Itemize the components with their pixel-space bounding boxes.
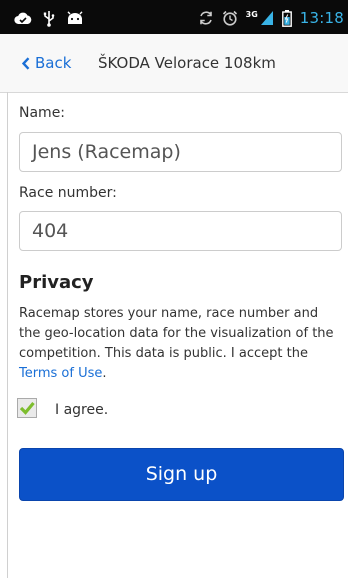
status-indicators: 3G 13:18 [198, 8, 344, 28]
race-number-field[interactable]: 404 [19, 211, 342, 251]
content-border [7, 92, 8, 578]
navigation-bar: Back ŠKODA Velorace 108km [0, 34, 348, 93]
privacy-heading: Privacy [19, 272, 94, 293]
sign-up-button[interactable]: Sign up [19, 448, 344, 501]
status-bar: 3G 13:18 [0, 0, 348, 34]
name-field[interactable]: Jens (Racemap) [19, 132, 342, 172]
battery-icon [281, 9, 292, 27]
checkmark-icon [19, 401, 35, 415]
page-title: ŠKODA Velorace 108km [98, 54, 276, 72]
back-button[interactable]: Back [22, 54, 71, 72]
android-debug-icon [67, 11, 83, 24]
signal-icon [260, 11, 273, 25]
usb-icon [43, 10, 55, 27]
privacy-body: Racemap stores your name, race number an… [19, 306, 334, 361]
alarm-icon [222, 10, 237, 26]
sync-icon [199, 11, 212, 25]
status-notifications [14, 8, 84, 28]
chevron-left-icon [22, 56, 30, 70]
agree-label: I agree. [55, 402, 109, 418]
privacy-text: Racemap stores your name, race number an… [19, 304, 341, 384]
agree-checkbox[interactable] [17, 398, 37, 418]
name-label: Name: [19, 105, 66, 121]
network-type-label: 3G [245, 9, 258, 19]
status-clock: 13:18 [299, 9, 344, 27]
race-number-label: Race number: [19, 185, 117, 201]
back-label: Back [35, 54, 72, 72]
terms-of-use-link[interactable]: Terms of Use [19, 366, 102, 381]
cloud-icon [14, 12, 32, 25]
privacy-suffix: . [102, 366, 107, 381]
